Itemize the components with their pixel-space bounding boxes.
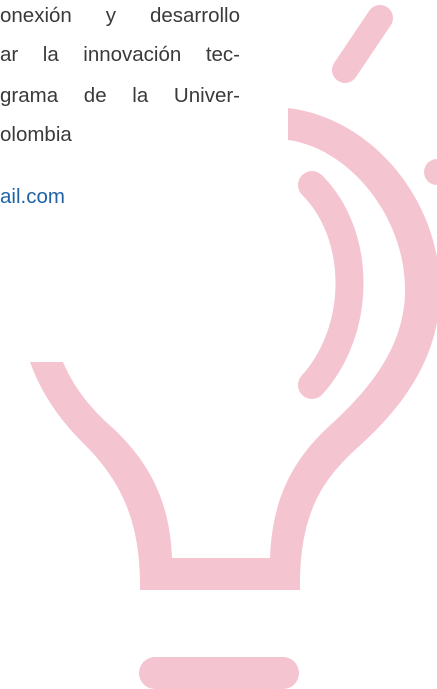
bulb-inner-arc: [298, 171, 364, 399]
bulb-outline: [30, 108, 437, 590]
body-text-line-2: ar la innovación tec-: [0, 43, 240, 66]
body-text-line-4: olombia: [0, 123, 72, 146]
light-ray-top: [332, 5, 393, 83]
document-page: onexión y desarrollo ar la innovación te…: [0, 0, 437, 689]
body-text-line-1: onexión y desarrollo: [0, 4, 240, 27]
body-text-line-3: grama de la Univer-: [0, 84, 240, 107]
email-link[interactable]: ail.com: [0, 186, 65, 208]
